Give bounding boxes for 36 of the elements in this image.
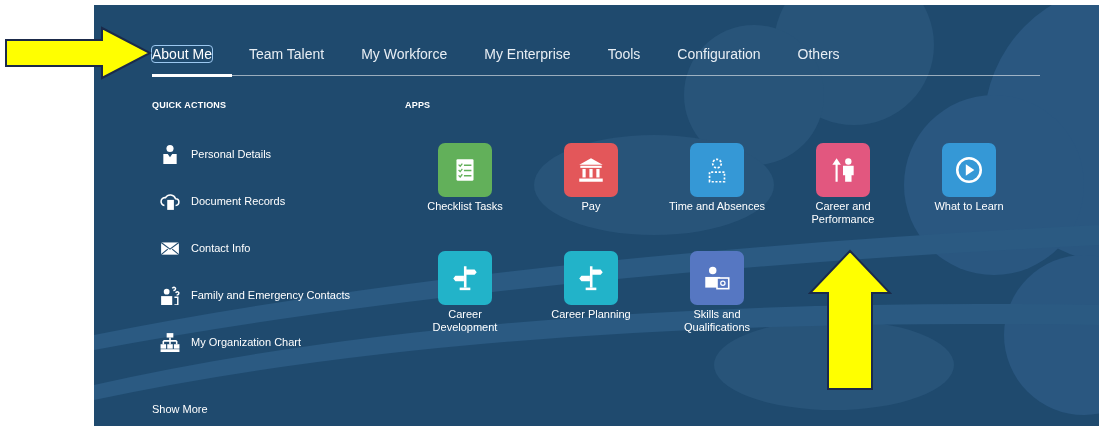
app-label[interactable]: Skills and Qualifications (667, 308, 767, 334)
app-label[interactable]: Time and Absences (667, 200, 767, 213)
cloud-document-icon (160, 191, 180, 211)
app-label[interactable]: Career Development (415, 308, 515, 334)
org-chart-icon (160, 332, 180, 352)
app-tile[interactable] (690, 143, 744, 197)
quick-action-link[interactable]: My Organization Chart (191, 336, 302, 348)
people-icon (160, 285, 180, 305)
quick-action-link[interactable]: Document Records (191, 195, 286, 207)
person-icon (160, 144, 180, 164)
app-label[interactable]: What to Learn (919, 200, 1019, 213)
show-more-link[interactable]: Show More (152, 403, 208, 415)
app-label[interactable]: Career Planning (541, 308, 641, 321)
app-tile[interactable] (690, 251, 744, 305)
nav-tab[interactable]: About Me (152, 42, 232, 77)
section-heading: QUICK ACTIONS (152, 100, 228, 110)
nav-tab[interactable]: My Enterprise (484, 42, 571, 77)
app-tile[interactable] (438, 143, 492, 197)
app-label[interactable]: Career and Performance (793, 200, 893, 226)
nav-tab[interactable]: Others (797, 42, 840, 77)
play-icon (953, 154, 985, 186)
quick-action-link[interactable]: Family and Emergency Contacts (191, 289, 350, 301)
app-tile[interactable] (816, 143, 870, 197)
quick-action-link[interactable]: Contact Info (191, 242, 251, 254)
quick-action-link[interactable]: Personal Details (191, 148, 272, 160)
nav-tab[interactable]: Team Talent (248, 42, 325, 77)
section-heading: APPS (404, 100, 432, 110)
app-tile[interactable] (942, 143, 996, 197)
app-tile[interactable] (564, 143, 618, 197)
app-tile[interactable] (564, 251, 618, 305)
app-tile[interactable] (438, 251, 492, 305)
nav-tab[interactable]: Tools (607, 42, 641, 77)
app-label[interactable]: Checklist Tasks (415, 200, 515, 213)
app-label[interactable]: Pay (541, 200, 641, 213)
nav-tab[interactable]: Configuration (677, 42, 761, 77)
nav-tab[interactable]: My Workforce (361, 42, 448, 77)
